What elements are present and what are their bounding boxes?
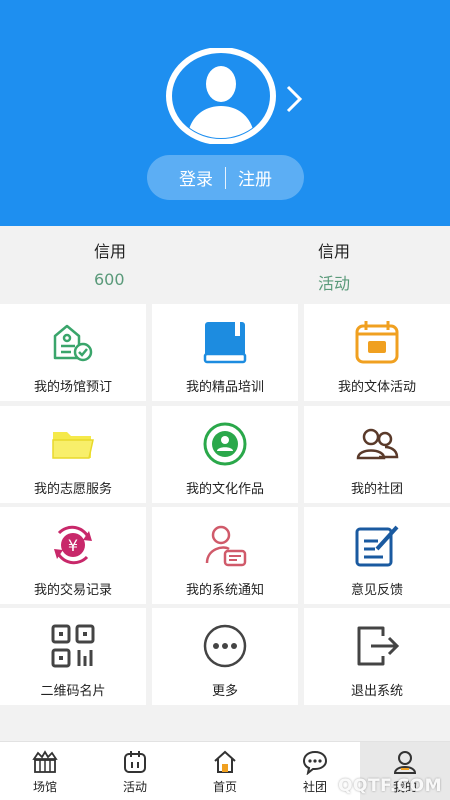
register-button[interactable]: 注册 (238, 165, 272, 190)
book-icon (203, 322, 247, 364)
tile-activities[interactable]: 我的文体活动 (304, 304, 450, 401)
credit-activity-title: 信用 (318, 242, 351, 261)
tile-label: 我的志愿服务 (33, 482, 112, 497)
tile-label: 我的场馆预订 (33, 380, 112, 395)
watermark: QQTF.COM (338, 776, 442, 796)
nav-label: 社团 (302, 780, 327, 794)
avatar-icon[interactable] (165, 48, 277, 144)
yuan-exchange-icon: ¥ (54, 525, 92, 565)
calendar-icon (355, 321, 399, 364)
tile-label: 我的文体活动 (337, 380, 416, 395)
tile-club[interactable]: 我的社团 (304, 406, 450, 503)
nav-venue[interactable]: 场馆 (0, 742, 90, 800)
activity-icon (124, 751, 146, 773)
stadium-icon (32, 750, 58, 773)
nav-activity[interactable]: 活动 (90, 742, 180, 800)
tile-more[interactable]: 更多 (152, 608, 298, 705)
login-button[interactable]: 登录 (179, 165, 213, 190)
profile-header: 登录 注册 (0, 0, 450, 226)
tile-label: 我的交易记录 (33, 583, 112, 598)
svg-text:¥: ¥ (68, 536, 78, 555)
profile-icon (393, 751, 417, 774)
credit-score-title: 信用 (94, 242, 127, 261)
tile-volunteer[interactable]: 我的志愿服务 (0, 406, 146, 503)
tile-works[interactable]: 我的文化作品 (152, 406, 298, 503)
tile-venue-booking[interactable]: 我的场馆预订 (0, 304, 146, 401)
qrcode-icon (51, 624, 95, 668)
nav-label: 场馆 (32, 780, 57, 794)
tile-label: 二维码名片 (40, 684, 106, 699)
chat-icon (302, 750, 328, 775)
tile-label: 我的系统通知 (185, 583, 264, 598)
tile-label: 我的精品培训 (185, 380, 264, 395)
logout-icon (357, 626, 400, 666)
tile-label: 意见反馈 (350, 583, 403, 598)
more-icon (203, 624, 247, 668)
chevron-right-icon[interactable] (284, 84, 304, 114)
auth-pill: 登录 注册 (147, 155, 304, 200)
tile-notifications[interactable]: 我的系统通知 (152, 507, 298, 604)
credit-score[interactable]: 信用 600 (94, 238, 126, 289)
nav-label: 活动 (122, 780, 147, 794)
feedback-edit-icon (355, 525, 399, 567)
nav-label: 首页 (212, 780, 237, 794)
auth-divider (225, 166, 226, 189)
tile-qrcode[interactable]: 二维码名片 (0, 608, 146, 705)
nav-home[interactable]: 首页 (180, 742, 270, 800)
tile-label: 我的社团 (350, 482, 403, 497)
credit-activity[interactable]: 信用 活动 (318, 238, 350, 294)
tile-label: 我的文化作品 (185, 482, 264, 497)
tile-label: 退出系统 (350, 684, 403, 699)
tile-label: 更多 (211, 684, 238, 699)
venue-booking-icon (53, 324, 93, 362)
credit-score-value: 600 (94, 270, 125, 289)
home-icon (214, 750, 236, 773)
credit-row: 信用 600 信用 活动 (0, 226, 450, 304)
tile-transactions[interactable]: ¥ 我的交易记录 (0, 507, 146, 604)
tile-training[interactable]: 我的精品培训 (152, 304, 298, 401)
notification-user-icon (205, 525, 247, 567)
tile-feedback[interactable]: 意见反馈 (304, 507, 450, 604)
folder-icon (52, 432, 94, 459)
group-icon (356, 428, 399, 460)
user-circle-icon (203, 422, 247, 466)
tile-logout[interactable]: 退出系统 (304, 608, 450, 705)
credit-activity-value: 活动 (318, 274, 351, 293)
